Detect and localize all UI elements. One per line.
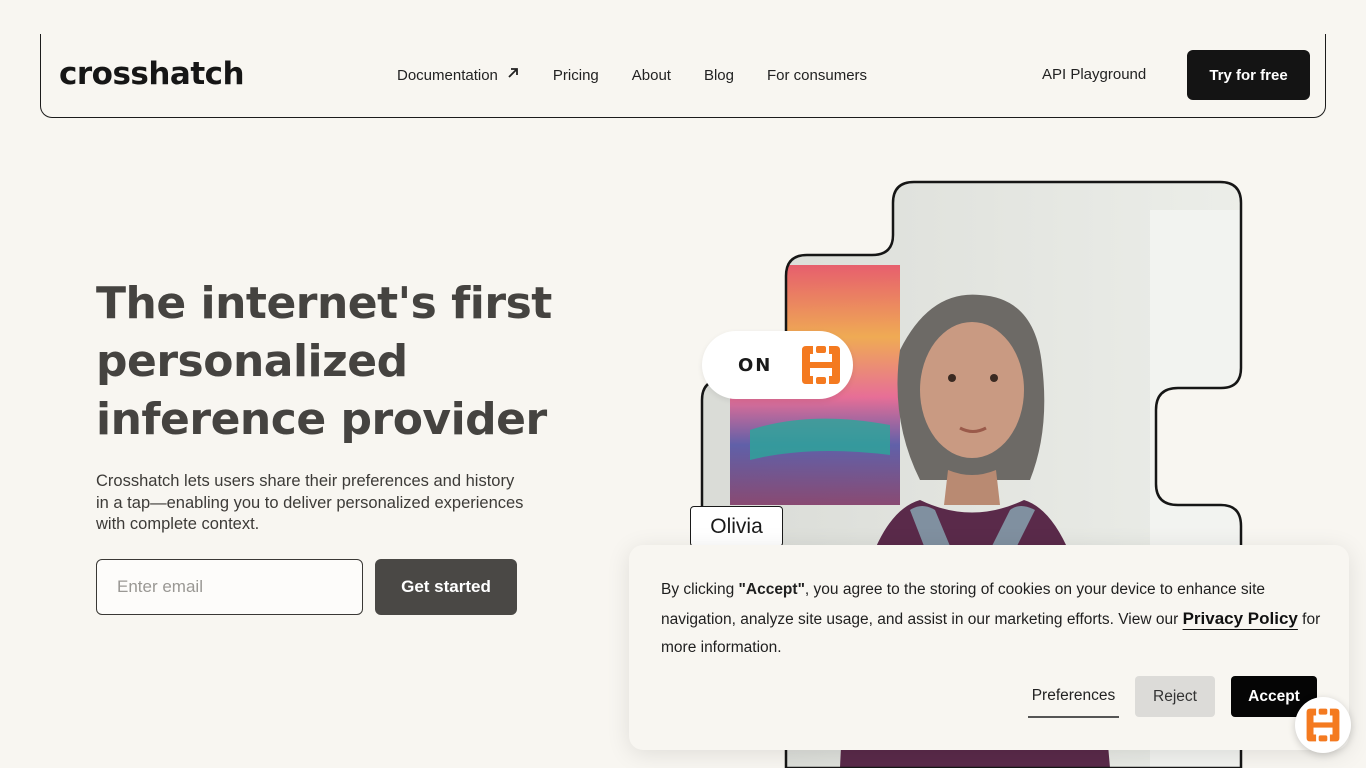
crosshatch-badge-icon — [1306, 708, 1340, 742]
cookie-message: By clicking "Accept", you agree to the s… — [661, 576, 1321, 663]
cookie-settings-launcher[interactable] — [1295, 697, 1351, 753]
nav-link-for-consumers[interactable]: For consumers — [767, 66, 867, 85]
nav-link-documentation[interactable]: Documentation — [397, 66, 520, 85]
nav-links: Documentation Pricing About Blog For con… — [397, 66, 900, 85]
nav-link-about[interactable]: About — [632, 66, 671, 85]
cookie-preferences-button[interactable]: Preferences — [1028, 676, 1119, 718]
get-started-button[interactable]: Get started — [375, 559, 517, 615]
on-badge: ON — [702, 331, 853, 399]
nav-link-pricing[interactable]: Pricing — [553, 66, 599, 85]
logo[interactable]: crosshatch — [59, 56, 245, 92]
hero-title: The internet's first personalized infere… — [96, 278, 552, 445]
page: crosshatch Documentation Pricing About B… — [0, 0, 1366, 768]
email-input[interactable] — [96, 559, 363, 615]
nav-link-blog[interactable]: Blog — [704, 66, 734, 85]
privacy-policy-link[interactable]: Privacy Policy — [1183, 609, 1298, 628]
on-badge-label: ON — [738, 355, 773, 376]
person-name-tag: Olivia — [690, 506, 783, 547]
nav-link-documentation-label: Documentation — [397, 67, 498, 84]
crosshatch-logo-icon — [799, 343, 843, 392]
cookie-reject-button[interactable]: Reject — [1135, 676, 1215, 717]
try-for-free-button[interactable]: Try for free — [1187, 50, 1310, 100]
top-nav: crosshatch Documentation Pricing About B… — [40, 34, 1326, 118]
hero-description: Crosshatch lets users share their prefer… — [96, 472, 524, 533]
cookie-text-accept-quote: "Accept" — [738, 581, 805, 598]
nav-link-api-playground[interactable]: API Playground — [1042, 66, 1146, 83]
cookie-banner: By clicking "Accept", you agree to the s… — [629, 545, 1349, 750]
cookie-text-prefix: By clicking — [661, 581, 739, 598]
arrow-up-right-icon — [506, 66, 520, 85]
